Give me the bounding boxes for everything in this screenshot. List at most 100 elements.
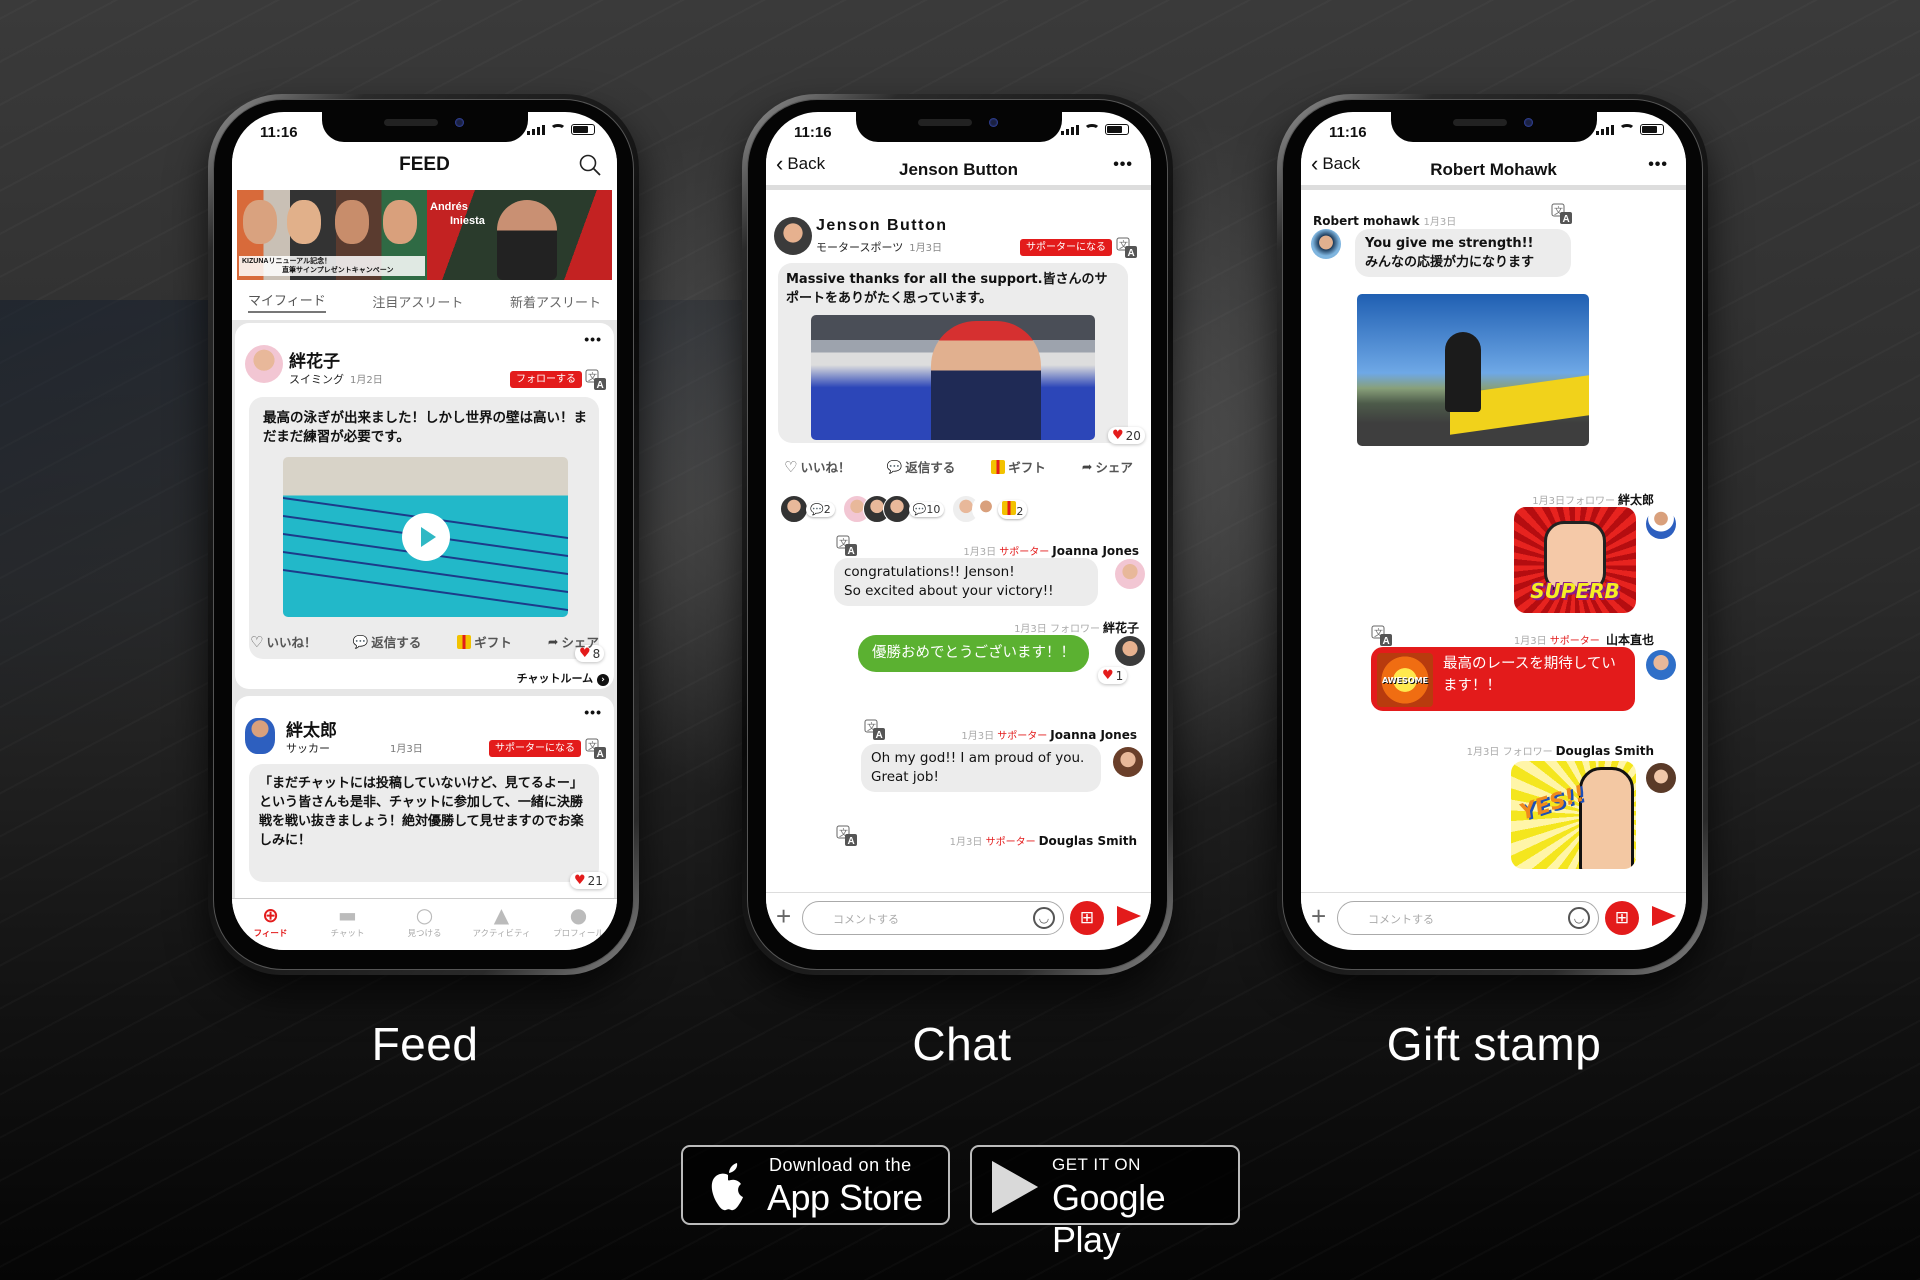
- chat-message: You give me strength!! みんなの応援が力になります: [1355, 229, 1571, 277]
- post-photo[interactable]: [811, 315, 1095, 440]
- app-store-big-text: App Store: [767, 1177, 923, 1218]
- like-button[interactable]: ♡ いいね！: [784, 457, 850, 476]
- reply-button[interactable]: 💬 返信する: [887, 457, 956, 476]
- reply-reaction-group[interactable]: 💬10: [842, 495, 945, 523]
- more-options-icon[interactable]: •••: [584, 331, 602, 347]
- comment-input[interactable]: コメントする ◡: [802, 901, 1064, 935]
- play-icon[interactable]: [401, 513, 450, 561]
- tab-new-athletes[interactable]: 新着アスリート: [510, 292, 601, 311]
- feed-header: FEED: [232, 146, 617, 186]
- avatar[interactable]: [1115, 636, 1145, 666]
- like-count-badge[interactable]: ♥ 21: [570, 872, 607, 889]
- become-supporter-button[interactable]: サポーターになる: [489, 740, 581, 757]
- reply-button[interactable]: 💬 返信する: [353, 632, 422, 651]
- like-count-badge[interactable]: ♥ 20: [1108, 427, 1145, 444]
- avatar[interactable]: [245, 718, 275, 754]
- plus-icon[interactable]: +: [1311, 901, 1326, 932]
- chat-message: Oh my god!! I am proud of you. Great job!: [861, 744, 1101, 792]
- become-supporter-button[interactable]: サポーターになる: [1020, 239, 1112, 256]
- emoji-icon[interactable]: ◡: [1568, 907, 1590, 929]
- search-icon[interactable]: [579, 154, 601, 176]
- chat-thread[interactable]: 文A Robert mohawk 1月3日 You give me strengt…: [1301, 195, 1686, 893]
- avatar[interactable]: [1115, 559, 1145, 589]
- campaign-banner-athletes: KIZUNAリニューアル記念！ 直筆サインプレゼントキャンペーン: [237, 190, 427, 280]
- tab-feed[interactable]: ⊕ フィード: [236, 903, 306, 950]
- share-button[interactable]: ➦ シェア: [1082, 457, 1133, 476]
- chevron-right-icon: ›: [597, 674, 609, 686]
- google-play-big-text: Google Play: [1052, 1177, 1166, 1260]
- translate-icon[interactable]: 文A: [836, 535, 858, 557]
- post-author-name[interactable]: Jenson Button: [816, 217, 948, 235]
- translate-icon[interactable]: 文A: [1116, 237, 1138, 259]
- plus-icon[interactable]: +: [776, 901, 791, 932]
- more-options-icon[interactable]: •••: [584, 704, 602, 720]
- person-icon: ●: [569, 903, 588, 927]
- feed-phone: 11:16 FEED KIZUNAリニューアル記念！ 直筆サインプレゼントキャンペ…: [208, 94, 639, 975]
- signal-icon: [1061, 125, 1079, 135]
- translate-icon[interactable]: 文A: [1371, 625, 1393, 647]
- translate-icon[interactable]: 文A: [1551, 203, 1573, 225]
- more-options-icon[interactable]: •••: [1113, 156, 1133, 174]
- tab-discover[interactable]: ○ 見つける: [390, 903, 460, 950]
- wifi-icon: [550, 124, 566, 135]
- avatar[interactable]: [1646, 763, 1676, 793]
- avatar[interactable]: [1311, 229, 1341, 259]
- gift-stamp-superb[interactable]: SUPERB: [1514, 507, 1636, 613]
- gift-button[interactable]: ギフト: [991, 457, 1046, 476]
- more-options-icon[interactable]: •••: [1648, 156, 1668, 174]
- campaign-banner[interactable]: KIZUNAリニューアル記念！ 直筆サインプレゼントキャンペーン Andrés In…: [237, 190, 612, 280]
- gift-reaction-group[interactable]: 2: [952, 495, 1028, 523]
- post-video[interactable]: [283, 457, 568, 617]
- post-author-name[interactable]: 絆花子: [289, 347, 340, 372]
- tab-my-feed[interactable]: マイフィード: [248, 290, 326, 313]
- avatar[interactable]: [245, 345, 283, 383]
- feed-list[interactable]: ••• 絆花子 スイミング 1月2日 フォローする 文A 最高の泳ぎが出来ました！…: [232, 320, 617, 898]
- wifi-icon: [1619, 124, 1635, 135]
- like-button[interactable]: ♡ いいね！: [250, 632, 316, 651]
- like-count-badge[interactable]: ♥ 1: [1098, 667, 1128, 684]
- share-button[interactable]: ➦ シェア: [548, 632, 599, 651]
- chatroom-link[interactable]: チャットルーム ›: [517, 670, 609, 686]
- avatar[interactable]: [1113, 747, 1143, 777]
- share-arrow-icon: ➦: [1081, 459, 1093, 474]
- send-icon[interactable]: [1117, 906, 1141, 926]
- reaction-summary[interactable]: 💬2 💬10 2: [780, 495, 1028, 523]
- status-time: 11:16: [1329, 124, 1367, 141]
- tab-chat[interactable]: ▬ チャット: [313, 903, 383, 950]
- reply-reaction-group[interactable]: 💬2: [780, 495, 835, 523]
- featured-athlete-banner: Andrés Iniesta: [427, 190, 612, 280]
- comment-input[interactable]: コメントする ◡: [1337, 901, 1599, 935]
- avatar[interactable]: [1646, 650, 1676, 680]
- app-store-badge[interactable]: Download on the App Store: [681, 1145, 950, 1225]
- translate-icon[interactable]: 文A: [864, 719, 886, 741]
- gift-stamp-yes[interactable]: YES!!: [1511, 761, 1636, 869]
- follow-button[interactable]: フォローする: [510, 371, 582, 388]
- caption-gift-stamp: Gift stamp: [1386, 1018, 1602, 1070]
- post-category: サッカー: [286, 742, 330, 755]
- bottom-tab-bar: ⊕ フィード ▬ チャット ○ 見つける ▲ アクティビティ ● プロフィール: [232, 898, 617, 950]
- battery-icon: [1105, 124, 1129, 135]
- gift-button[interactable]: ギフト: [457, 632, 512, 651]
- notch: [855, 112, 1062, 142]
- message-photo[interactable]: [1357, 294, 1589, 446]
- gift-button[interactable]: ⊞: [1070, 901, 1104, 935]
- avatar[interactable]: [774, 217, 812, 255]
- send-icon[interactable]: [1652, 906, 1676, 926]
- chat-thread[interactable]: Jenson Button モータースポーツ 1月3日 サポーターになる 文A M…: [766, 195, 1151, 893]
- post-author-name[interactable]: 絆太郎: [286, 716, 337, 741]
- heart-outline-icon: ♡: [784, 457, 798, 476]
- tab-profile[interactable]: ● プロフィール: [544, 903, 614, 950]
- message-meta: 1月3日 フォロワー 絆花子: [1014, 621, 1139, 635]
- emoji-icon[interactable]: ◡: [1033, 907, 1055, 929]
- tab-activity[interactable]: ▲ アクティビティ: [467, 903, 537, 950]
- translate-icon[interactable]: 文A: [836, 825, 858, 847]
- avatar[interactable]: [1646, 509, 1676, 539]
- chat-bubble-icon: ▬: [338, 903, 357, 927]
- google-play-badge[interactable]: GET IT ON Google Play: [970, 1145, 1240, 1260]
- svg-text:A: A: [1128, 248, 1135, 259]
- gift-button[interactable]: ⊞: [1605, 901, 1639, 935]
- translate-icon[interactable]: 文A: [585, 369, 607, 391]
- tab-featured-athletes[interactable]: 注目アスリート: [372, 292, 463, 311]
- translate-icon[interactable]: 文A: [585, 738, 607, 760]
- gift-stamp-awesome[interactable]: AWESOME: [1377, 653, 1433, 707]
